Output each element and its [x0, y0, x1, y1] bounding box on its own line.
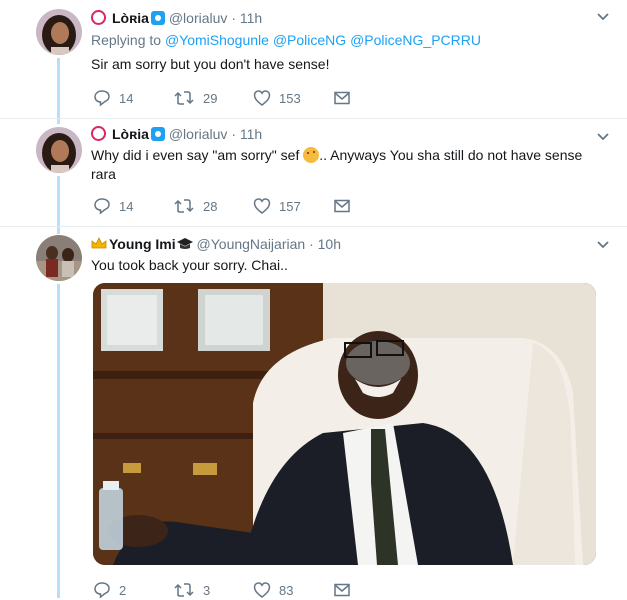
dm-button[interactable]: [333, 88, 359, 108]
thread-line: [57, 58, 60, 124]
avatar[interactable]: [36, 9, 82, 55]
tweet-text-part: .. Anyways You sha still do not have sen…: [319, 147, 583, 163]
like-button[interactable]: 83: [253, 580, 293, 600]
like-count: 157: [279, 198, 301, 214]
user-handle[interactable]: @lorialuv: [169, 10, 228, 26]
mention-link[interactable]: @YomiShogunle: [165, 32, 269, 48]
replying-to: Replying to @YomiShogunle @PoliceNG @Pol…: [91, 31, 607, 49]
tweet-text-part: rara: [91, 166, 116, 182]
retweet-button[interactable]: 3: [173, 580, 210, 600]
retweet-icon: [174, 91, 194, 105]
tweet[interactable]: Lòʀia @lorialuv · 11h Why did i even say…: [91, 125, 609, 184]
user-handle[interactable]: @YoungNaijarian: [197, 236, 306, 252]
tweet-actions: 14 29 153: [93, 88, 393, 108]
tweet[interactable]: Young Imi @YoungNaijarian · 10h You took…: [91, 235, 609, 275]
tweet-header: Young Imi @YoungNaijarian · 10h: [91, 235, 607, 253]
retweet-count: 3: [203, 582, 211, 598]
reply-count: 14: [119, 198, 134, 214]
display-name[interactable]: Young Imi: [109, 236, 176, 252]
tweet-header: Lòʀia @lorialuv · 11h: [91, 125, 607, 143]
tweet-actions: 14 28 157: [93, 196, 393, 216]
envelope-icon: [334, 583, 350, 597]
retweet-button[interactable]: 28: [173, 196, 217, 216]
divider: [0, 226, 627, 227]
dm-button[interactable]: [333, 196, 359, 216]
avatar[interactable]: [36, 235, 82, 281]
circle-icon: [91, 126, 106, 141]
envelope-icon: [334, 91, 350, 105]
tweet-text: Sir am sorry but you don't have sense!: [91, 56, 330, 72]
dm-button[interactable]: [333, 580, 359, 600]
separator-dot: ·: [231, 10, 236, 26]
photo-image: [93, 283, 596, 565]
mention-link[interactable]: @PoliceNG_PCRRU: [350, 32, 481, 48]
divider: [0, 118, 627, 119]
heart-icon: [253, 582, 271, 598]
reply-button[interactable]: 2: [93, 580, 126, 600]
chevron-down-icon[interactable]: [595, 9, 611, 25]
reply-count: 14: [119, 90, 134, 106]
replying-label: Replying to: [91, 32, 162, 48]
tweet-text: Why did i even say "am sorry" sef .. Any…: [91, 146, 607, 184]
reply-button[interactable]: 14: [93, 88, 133, 108]
heart-icon: [253, 198, 271, 214]
thread-line: [57, 284, 60, 598]
timestamp[interactable]: 11h: [240, 126, 262, 142]
reply-count: 2: [119, 582, 127, 598]
tweet-text-part: Why did i even say "am sorry" sef: [91, 147, 300, 163]
crown-icon: [91, 237, 107, 249]
timestamp[interactable]: 11h: [240, 10, 262, 26]
circle-icon: [91, 10, 106, 25]
avatar[interactable]: [36, 127, 82, 173]
user-handle[interactable]: @lorialuv: [169, 126, 228, 142]
tweet-photo[interactable]: [93, 283, 596, 565]
tweet-actions: 2 3 83: [93, 580, 393, 600]
tweet-text: You took back your sorry. Chai..: [91, 257, 288, 273]
separator-dot: ·: [231, 126, 236, 142]
mention-link[interactable]: @PoliceNG: [273, 32, 346, 48]
heart-icon: [253, 90, 271, 106]
chevron-down-icon[interactable]: [595, 129, 611, 145]
like-count: 83: [279, 582, 294, 598]
reply-icon: [94, 90, 110, 107]
display-name[interactable]: Lòʀia: [112, 10, 149, 26]
retweet-icon: [174, 583, 194, 597]
chevron-down-icon[interactable]: [595, 237, 611, 253]
tweet[interactable]: Lòʀia @lorialuv · 11h Replying to @YomiS…: [91, 9, 609, 74]
like-count: 153: [279, 90, 301, 106]
display-name[interactable]: Lòʀia: [112, 126, 149, 142]
thinking-face-icon: [303, 147, 320, 163]
like-button[interactable]: 157: [253, 196, 301, 216]
like-button[interactable]: 153: [253, 88, 301, 108]
tweet-header: Lòʀia @lorialuv · 11h: [91, 9, 607, 27]
reply-button[interactable]: 14: [93, 196, 133, 216]
badge-icon: [150, 11, 165, 25]
timestamp[interactable]: 10h: [318, 236, 341, 252]
envelope-icon: [334, 199, 350, 213]
badge-icon: [150, 127, 165, 141]
retweet-icon: [174, 199, 194, 213]
retweet-count: 29: [203, 90, 218, 106]
graduation-cap-icon: [176, 238, 193, 249]
separator-dot: ·: [309, 236, 314, 252]
reply-icon: [94, 198, 110, 215]
retweet-button[interactable]: 29: [173, 88, 217, 108]
reply-icon: [94, 582, 110, 599]
retweet-count: 28: [203, 198, 218, 214]
